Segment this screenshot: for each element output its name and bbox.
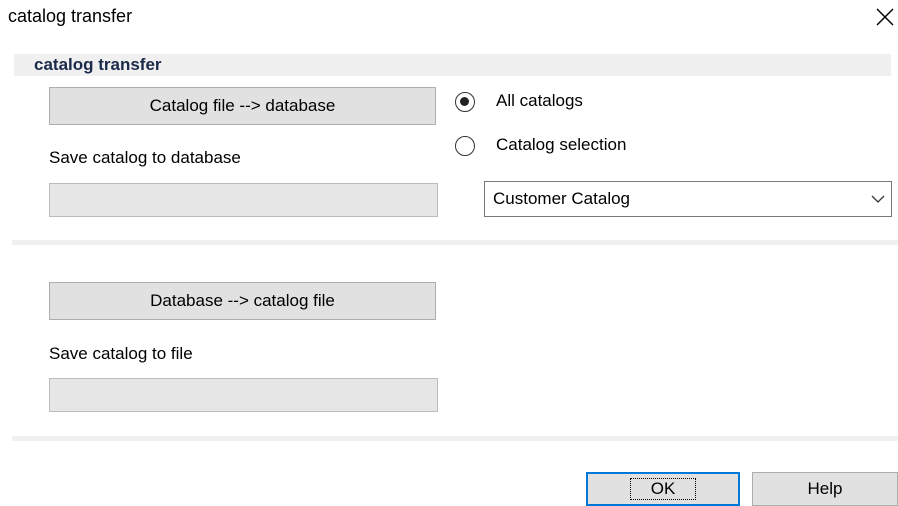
save-to-file-label: Save catalog to file bbox=[49, 344, 193, 363]
window-title: catalog transfer bbox=[8, 6, 133, 26]
all-catalogs-radio[interactable] bbox=[455, 92, 475, 112]
save-to-database-progress bbox=[49, 183, 438, 217]
catalog-select[interactable]: Customer Catalog bbox=[484, 181, 892, 217]
group-title: catalog transfer bbox=[34, 55, 162, 74]
all-catalogs-label[interactable]: All catalogs bbox=[496, 91, 583, 111]
radio-selected-dot bbox=[460, 97, 469, 106]
save-to-database-label: Save catalog to database bbox=[49, 148, 241, 167]
chevron-down-icon[interactable] bbox=[865, 182, 891, 216]
catalog-select-value: Customer Catalog bbox=[493, 189, 631, 208]
catalog-to-database-button[interactable]: Catalog file --> database bbox=[49, 87, 436, 125]
ok-button[interactable]: OK bbox=[586, 472, 740, 506]
section-divider bbox=[12, 240, 898, 245]
help-button[interactable]: Help bbox=[752, 472, 898, 506]
catalog-selection-label[interactable]: Catalog selection bbox=[496, 135, 626, 155]
close-icon[interactable] bbox=[874, 6, 896, 28]
ok-button-label: OK bbox=[629, 478, 697, 500]
save-to-file-progress bbox=[49, 378, 438, 412]
section-divider bbox=[12, 436, 898, 441]
catalog-selection-radio[interactable] bbox=[455, 136, 475, 156]
database-to-catalog-button[interactable]: Database --> catalog file bbox=[49, 282, 436, 320]
